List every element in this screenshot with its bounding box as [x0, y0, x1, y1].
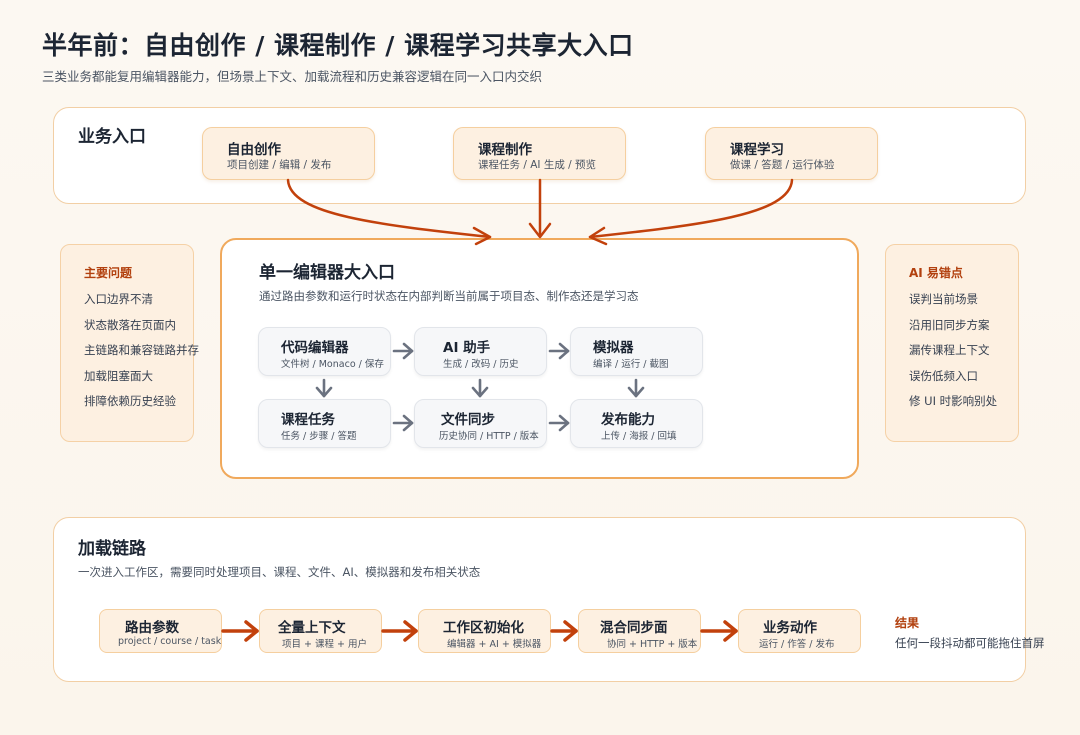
arrow-course-learning-to-editor — [588, 178, 794, 239]
arrow-free-creation-to-editor — [286, 178, 492, 239]
connector-arrows — [221, 178, 794, 642]
